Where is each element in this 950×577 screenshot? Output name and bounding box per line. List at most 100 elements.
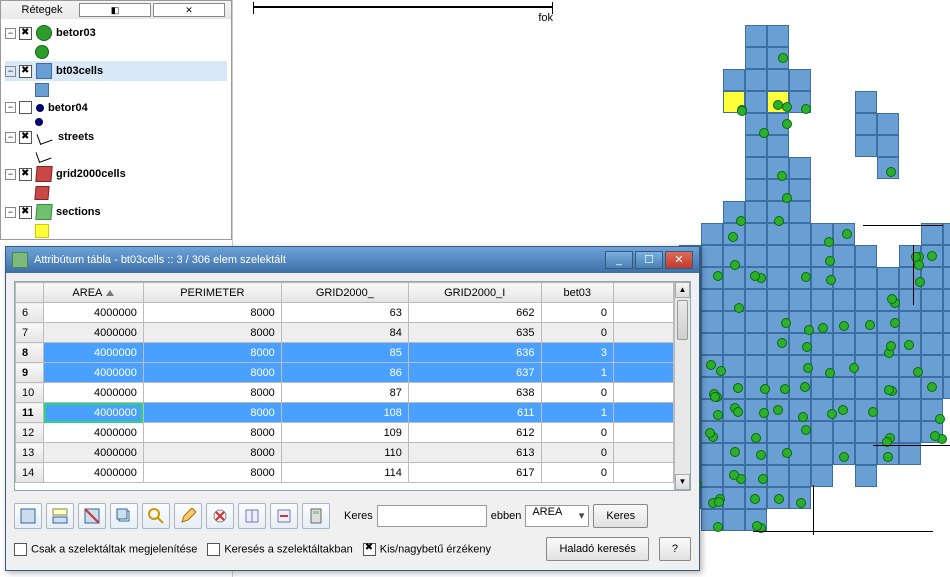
table-cell[interactable]: 0 bbox=[541, 383, 614, 403]
attribute-window-titlebar[interactable]: Attribútum tábla - bt03cells :: 3 / 306 … bbox=[6, 247, 699, 273]
search-input[interactable] bbox=[377, 505, 487, 527]
table-cell[interactable]: 8000 bbox=[143, 323, 281, 343]
layer-item-betor04[interactable]: − betor04 bbox=[5, 99, 227, 116]
table-cell[interactable]: 637 bbox=[408, 363, 541, 383]
table-cell[interactable]: 4000000 bbox=[44, 443, 144, 463]
row-header[interactable]: 13 bbox=[16, 443, 44, 463]
table-row[interactable]: 740000008000846350 bbox=[16, 323, 674, 343]
table-cell[interactable]: 611 bbox=[408, 403, 541, 423]
table-cell[interactable]: 617 bbox=[408, 463, 541, 483]
search-in-selected-checkbox[interactable]: Keresés a szelektáltakban bbox=[207, 543, 352, 556]
column-header[interactable]: PERIMETER bbox=[143, 283, 281, 303]
layer-visibility-checkbox[interactable] bbox=[19, 27, 32, 40]
table-cell[interactable]: 8000 bbox=[143, 383, 281, 403]
vertical-scrollbar[interactable]: ▲ ▼ bbox=[674, 282, 690, 490]
table-cell[interactable]: 8000 bbox=[143, 443, 281, 463]
table-cell[interactable]: 0 bbox=[541, 423, 614, 443]
collapse-icon[interactable]: − bbox=[5, 207, 16, 218]
table-cell[interactable]: 114 bbox=[281, 463, 408, 483]
scroll-thumb[interactable] bbox=[677, 300, 688, 340]
row-header[interactable]: 11 bbox=[16, 403, 44, 423]
layer-visibility-checkbox[interactable] bbox=[19, 206, 32, 219]
layer-item-sections[interactable]: − sections bbox=[5, 202, 227, 222]
table-cell[interactable]: 0 bbox=[541, 443, 614, 463]
table-cell[interactable]: 4000000 bbox=[44, 423, 144, 443]
table-cell[interactable]: 108 bbox=[281, 403, 408, 423]
layer-item-grid2000cells[interactable]: − grid2000cells bbox=[5, 164, 227, 184]
table-cell[interactable]: 4000000 bbox=[44, 383, 144, 403]
table-cell[interactable]: 3 bbox=[541, 343, 614, 363]
table-cell[interactable]: 63 bbox=[281, 303, 408, 323]
table-row[interactable]: 12400000080001096120 bbox=[16, 423, 674, 443]
table-cell[interactable]: 1 bbox=[541, 403, 614, 423]
help-button[interactable]: ? bbox=[659, 537, 691, 561]
table-cell[interactable]: 613 bbox=[408, 443, 541, 463]
table-row[interactable]: 1040000008000876380 bbox=[16, 383, 674, 403]
collapse-icon[interactable]: − bbox=[5, 132, 16, 143]
row-header[interactable]: 14 bbox=[16, 463, 44, 483]
search-button[interactable]: Keres bbox=[593, 504, 648, 528]
unselect-all-button[interactable] bbox=[14, 503, 42, 529]
invert-selection-button[interactable] bbox=[78, 503, 106, 529]
table-row[interactable]: 14400000080001146170 bbox=[16, 463, 674, 483]
column-header[interactable]: GRID2000_I bbox=[408, 283, 541, 303]
layer-visibility-checkbox[interactable] bbox=[19, 101, 32, 114]
undock-icon[interactable]: ◧ bbox=[79, 3, 151, 17]
column-header[interactable]: AREA bbox=[44, 283, 144, 303]
scroll-down-icon[interactable]: ▼ bbox=[675, 474, 690, 490]
show-selected-only-checkbox[interactable]: Csak a szelektáltak megjelenítése bbox=[14, 543, 197, 556]
table-row[interactable]: 640000008000636620 bbox=[16, 303, 674, 323]
table-cell[interactable]: 636 bbox=[408, 343, 541, 363]
maximize-button[interactable]: ☐ bbox=[635, 251, 663, 269]
row-header[interactable]: 9 bbox=[16, 363, 44, 383]
table-cell[interactable]: 4000000 bbox=[44, 323, 144, 343]
table-cell[interactable]: 0 bbox=[541, 323, 614, 343]
layer-visibility-checkbox[interactable] bbox=[19, 168, 32, 181]
row-header[interactable]: 7 bbox=[16, 323, 44, 343]
table-cell[interactable]: 86 bbox=[281, 363, 408, 383]
advanced-search-button[interactable]: Haladó keresés bbox=[546, 537, 648, 561]
layer-visibility-checkbox[interactable] bbox=[19, 65, 32, 78]
collapse-icon[interactable]: − bbox=[5, 102, 16, 113]
table-cell[interactable]: 84 bbox=[281, 323, 408, 343]
layer-visibility-checkbox[interactable] bbox=[19, 131, 32, 144]
table-cell[interactable]: 638 bbox=[408, 383, 541, 403]
field-calculator-button[interactable] bbox=[302, 503, 330, 529]
table-row[interactable]: 940000008000866371 bbox=[16, 363, 674, 383]
table-row[interactable]: 11400000080001086111 bbox=[16, 403, 674, 423]
delete-column-button[interactable] bbox=[270, 503, 298, 529]
table-cell[interactable]: 8000 bbox=[143, 303, 281, 323]
table-cell[interactable]: 0 bbox=[541, 303, 614, 323]
table-cell[interactable]: 85 bbox=[281, 343, 408, 363]
row-header[interactable]: 12 bbox=[16, 423, 44, 443]
attribute-table[interactable]: AREAPERIMETERGRID2000_GRID2000_Ibet03640… bbox=[15, 282, 674, 483]
table-cell[interactable]: 612 bbox=[408, 423, 541, 443]
copy-selected-button[interactable] bbox=[110, 503, 138, 529]
layer-item-betor03[interactable]: − betor03 bbox=[5, 23, 227, 43]
close-icon[interactable]: ✕ bbox=[153, 3, 225, 17]
toggle-edit-button[interactable] bbox=[174, 503, 202, 529]
layer-item-bt03cells[interactable]: − bt03cells bbox=[5, 61, 227, 81]
table-cell[interactable]: 4000000 bbox=[44, 363, 144, 383]
table-cell[interactable]: 0 bbox=[541, 463, 614, 483]
close-button[interactable]: ✕ bbox=[665, 251, 693, 269]
column-header[interactable]: bet03 bbox=[541, 283, 614, 303]
table-cell[interactable]: 8000 bbox=[143, 403, 281, 423]
table-cell[interactable]: 87 bbox=[281, 383, 408, 403]
case-sensitive-checkbox[interactable]: Kis/nagybetű érzékeny bbox=[363, 543, 491, 556]
table-cell[interactable]: 635 bbox=[408, 323, 541, 343]
column-header[interactable]: GRID2000_ bbox=[281, 283, 408, 303]
search-field-select[interactable]: AREA bbox=[525, 505, 589, 527]
delete-selected-button[interactable] bbox=[206, 503, 234, 529]
table-cell[interactable]: 4000000 bbox=[44, 343, 144, 363]
row-header[interactable]: 6 bbox=[16, 303, 44, 323]
table-cell[interactable]: 4000000 bbox=[44, 303, 144, 323]
table-cell[interactable]: 8000 bbox=[143, 463, 281, 483]
scroll-up-icon[interactable]: ▲ bbox=[675, 282, 690, 298]
table-cell[interactable]: 110 bbox=[281, 443, 408, 463]
table-row[interactable]: 840000008000856363 bbox=[16, 343, 674, 363]
row-header[interactable]: 10 bbox=[16, 383, 44, 403]
minimize-button[interactable]: _ bbox=[605, 251, 633, 269]
collapse-icon[interactable]: − bbox=[5, 28, 16, 39]
move-selected-top-button[interactable] bbox=[46, 503, 74, 529]
